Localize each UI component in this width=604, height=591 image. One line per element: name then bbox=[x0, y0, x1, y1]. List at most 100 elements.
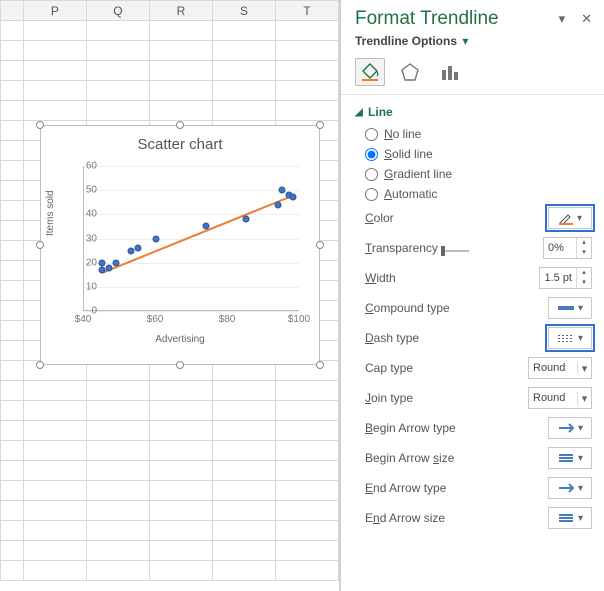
cell[interactable] bbox=[275, 401, 338, 421]
cell[interactable] bbox=[86, 61, 149, 81]
cell[interactable] bbox=[86, 421, 149, 441]
cell[interactable] bbox=[149, 421, 212, 441]
cell[interactable] bbox=[86, 101, 149, 121]
cell[interactable] bbox=[23, 421, 86, 441]
cell[interactable] bbox=[86, 401, 149, 421]
data-point[interactable] bbox=[203, 223, 210, 230]
cell[interactable] bbox=[212, 521, 275, 541]
cell[interactable] bbox=[23, 101, 86, 121]
cell[interactable] bbox=[275, 521, 338, 541]
begin-arrow-size-button[interactable]: ▾ bbox=[548, 447, 592, 469]
cell[interactable] bbox=[149, 461, 212, 481]
cell[interactable] bbox=[86, 561, 149, 581]
cell[interactable] bbox=[212, 81, 275, 101]
radio-solid-line[interactable]: Solid line bbox=[365, 147, 592, 161]
cell[interactable] bbox=[212, 61, 275, 81]
cell[interactable] bbox=[275, 101, 338, 121]
tab-fill-line[interactable] bbox=[355, 58, 385, 86]
data-point[interactable] bbox=[135, 245, 142, 252]
cell[interactable] bbox=[149, 41, 212, 61]
cell[interactable] bbox=[212, 381, 275, 401]
cell[interactable] bbox=[23, 81, 86, 101]
cell[interactable] bbox=[275, 501, 338, 521]
cell[interactable] bbox=[275, 61, 338, 81]
worksheet-grid[interactable]: PQRST Scatter chart Items sold Advertisi… bbox=[0, 0, 340, 591]
cell[interactable] bbox=[275, 461, 338, 481]
chart-title[interactable]: Scatter chart bbox=[41, 136, 319, 153]
cell[interactable] bbox=[23, 441, 86, 461]
cell[interactable] bbox=[275, 81, 338, 101]
radio-gradient-line[interactable]: Gradient line bbox=[365, 167, 592, 181]
cell[interactable] bbox=[149, 541, 212, 561]
cell[interactable] bbox=[23, 381, 86, 401]
cell[interactable] bbox=[149, 561, 212, 581]
transparency-input[interactable]: 0% ▴▾ bbox=[543, 237, 592, 259]
cell[interactable] bbox=[149, 481, 212, 501]
column-header[interactable]: R bbox=[149, 1, 212, 21]
radio-no-line[interactable]: No line bbox=[365, 127, 592, 141]
cell[interactable] bbox=[86, 21, 149, 41]
data-point[interactable] bbox=[153, 235, 160, 242]
cell[interactable] bbox=[212, 541, 275, 561]
cell[interactable] bbox=[275, 481, 338, 501]
cell[interactable] bbox=[149, 21, 212, 41]
cell[interactable] bbox=[275, 441, 338, 461]
begin-arrow-type-button[interactable]: ▾ bbox=[548, 417, 592, 439]
data-point[interactable] bbox=[275, 201, 282, 208]
data-point[interactable] bbox=[127, 247, 134, 254]
cell[interactable] bbox=[86, 461, 149, 481]
cell[interactable] bbox=[23, 481, 86, 501]
radio-automatic[interactable]: Automatic bbox=[365, 187, 592, 201]
cell[interactable] bbox=[23, 561, 86, 581]
cell[interactable] bbox=[23, 401, 86, 421]
data-point[interactable] bbox=[99, 266, 106, 273]
cell[interactable] bbox=[149, 81, 212, 101]
cell[interactable] bbox=[86, 541, 149, 561]
cell[interactable] bbox=[212, 41, 275, 61]
embedded-chart[interactable]: Scatter chart Items sold Advertising 010… bbox=[40, 125, 320, 365]
tab-trendline-options[interactable] bbox=[435, 58, 465, 86]
color-picker-button[interactable]: ▾ bbox=[548, 207, 592, 229]
cell[interactable] bbox=[23, 541, 86, 561]
cell[interactable] bbox=[149, 521, 212, 541]
pane-close-icon[interactable]: ✕ bbox=[581, 11, 592, 27]
spin-down-icon[interactable]: ▾ bbox=[577, 278, 591, 288]
spin-up-icon[interactable]: ▴ bbox=[577, 238, 591, 248]
cell[interactable] bbox=[275, 41, 338, 61]
cell[interactable] bbox=[149, 61, 212, 81]
cell[interactable] bbox=[23, 501, 86, 521]
cell[interactable] bbox=[212, 501, 275, 521]
trendline-options-header[interactable]: Trendline Options ▾ bbox=[355, 34, 592, 48]
width-input[interactable]: 1.5 pt ▴▾ bbox=[539, 267, 592, 289]
cell[interactable] bbox=[86, 521, 149, 541]
data-point[interactable] bbox=[289, 194, 296, 201]
cell[interactable] bbox=[212, 401, 275, 421]
dash-type-button[interactable]: ▾ bbox=[548, 327, 592, 349]
end-arrow-size-button[interactable]: ▾ bbox=[548, 507, 592, 529]
data-point[interactable] bbox=[243, 216, 250, 223]
cell[interactable] bbox=[23, 461, 86, 481]
cell[interactable] bbox=[149, 381, 212, 401]
cell[interactable] bbox=[275, 21, 338, 41]
cell[interactable] bbox=[86, 481, 149, 501]
spin-down-icon[interactable]: ▾ bbox=[577, 248, 591, 258]
data-point[interactable] bbox=[99, 259, 106, 266]
cell[interactable] bbox=[86, 441, 149, 461]
spin-up-icon[interactable]: ▴ bbox=[577, 268, 591, 278]
cell[interactable] bbox=[23, 61, 86, 81]
transparency-slider[interactable] bbox=[441, 250, 469, 252]
cell[interactable] bbox=[149, 101, 212, 121]
cell[interactable] bbox=[23, 41, 86, 61]
cell[interactable] bbox=[149, 401, 212, 421]
column-header[interactable]: S bbox=[212, 1, 275, 21]
cell[interactable] bbox=[23, 21, 86, 41]
data-point[interactable] bbox=[113, 259, 120, 266]
chart-plot-area[interactable] bbox=[83, 166, 299, 311]
compound-type-button[interactable]: ▾ bbox=[548, 297, 592, 319]
cell[interactable] bbox=[86, 381, 149, 401]
column-header[interactable]: T bbox=[275, 1, 338, 21]
cell[interactable] bbox=[212, 441, 275, 461]
data-point[interactable] bbox=[106, 264, 113, 271]
cell[interactable] bbox=[212, 461, 275, 481]
cell[interactable] bbox=[275, 561, 338, 581]
